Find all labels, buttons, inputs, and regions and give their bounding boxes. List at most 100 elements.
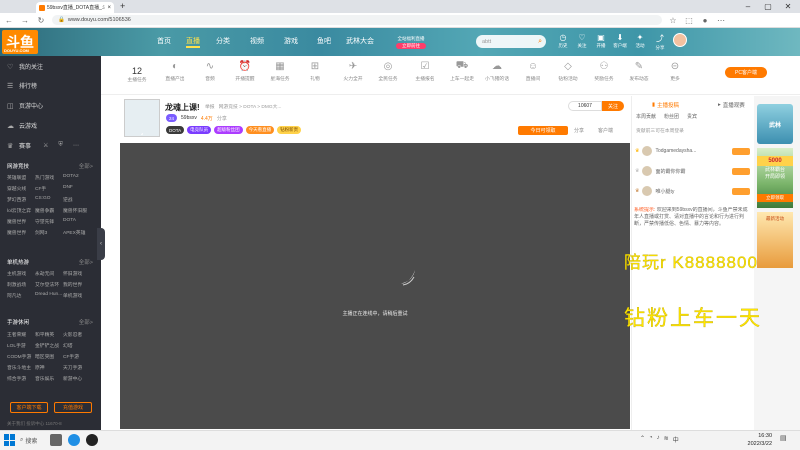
- menu-icon[interactable]: ⋯: [716, 16, 726, 25]
- wifi-icon[interactable]: ≋: [664, 435, 669, 444]
- taskbar-clock[interactable]: 16:30 2022/3/22: [742, 432, 772, 448]
- category-link[interactable]: APEX英雄: [63, 229, 91, 236]
- share-nav-button[interactable]: ⤴ 分享: [650, 33, 670, 53]
- category-link[interactable]: 天刀手游: [63, 364, 91, 371]
- category-link[interactable]: 魔兽争霸: [35, 207, 63, 214]
- nav-live[interactable]: 直播: [186, 36, 200, 48]
- toolbar-item[interactable]: ✎ 发布动态: [624, 60, 654, 82]
- new-tab-icon[interactable]: +: [120, 1, 125, 11]
- category-link[interactable]: 金铲铲之战: [35, 342, 63, 349]
- start-icon[interactable]: [4, 434, 16, 446]
- sidebar-item-events[interactable]: ♛ 赛事 ⚔ ⛨ ⋯: [7, 141, 79, 150]
- share-link[interactable]: 分享: [574, 127, 584, 134]
- notification-icon[interactable]: ▤: [780, 434, 787, 442]
- recharge-game-button[interactable]: 充值游戏: [54, 402, 92, 413]
- toolbar-item[interactable]: ✈ 火力全开: [338, 60, 368, 82]
- category-link[interactable]: CF手游: [63, 353, 91, 360]
- category-link[interactable]: 原神: [35, 364, 63, 371]
- category-link[interactable]: 新游中心: [63, 375, 91, 382]
- back-icon[interactable]: ←: [4, 16, 14, 25]
- category-link[interactable]: Dread Hun...: [35, 292, 63, 299]
- pc-client-button[interactable]: PC客户端: [725, 67, 767, 78]
- anchor-name[interactable]: 59bsxv: [181, 115, 197, 121]
- close-tab-icon[interactable]: ×: [107, 5, 111, 11]
- toolbar-item[interactable]: ☁ 小飞猪的话: [482, 60, 512, 82]
- category-link[interactable]: 艾尔登法环: [35, 281, 63, 288]
- toolbar-item[interactable]: ⚇ 奖励任务: [589, 60, 619, 82]
- extensions-icon[interactable]: ⬚: [684, 16, 694, 25]
- tag[interactable]: 电竞队员: [187, 126, 212, 134]
- category-link[interactable]: 魔兽世界: [7, 229, 35, 236]
- category-link[interactable]: DNF: [63, 185, 91, 192]
- nav-video[interactable]: 视频: [250, 36, 264, 48]
- section-more-link[interactable]: 全部>: [79, 318, 93, 326]
- category-link[interactable]: 火影忍者: [63, 331, 91, 338]
- contributor-row[interactable]: ♛ 面的霸你你霸: [635, 164, 750, 178]
- category-link[interactable]: CS:GO: [35, 196, 63, 203]
- category-link[interactable]: 魔兽世界: [7, 218, 35, 225]
- category-link[interactable]: 暗区突围: [35, 353, 63, 360]
- toolbar-item[interactable]: ◎ 全民任务: [373, 60, 403, 82]
- category-link[interactable]: 热门游戏: [35, 174, 63, 181]
- tag[interactable]: 今天看直播: [245, 126, 275, 134]
- nav-category[interactable]: 分类: [216, 36, 230, 48]
- category-link[interactable]: 单机游戏: [63, 292, 91, 299]
- taskbar-search[interactable]: ⌕ 搜索: [20, 434, 48, 446]
- category-link[interactable]: DOTA2: [63, 174, 91, 181]
- task-view-icon[interactable]: [50, 434, 62, 446]
- broadcast-button[interactable]: ▣ 开播: [591, 33, 611, 53]
- nav-wulin[interactable]: 武林大会: [346, 36, 374, 48]
- collapse-sidebar-button[interactable]: ‹: [97, 228, 105, 260]
- category-link[interactable]: 音乐娱乐: [35, 375, 63, 382]
- category-link[interactable]: 综合手游: [7, 375, 35, 382]
- star-icon[interactable]: ☆: [668, 16, 678, 25]
- sidebar-item-cloudgame[interactable]: ☁ 云游戏: [7, 121, 37, 131]
- category-link[interactable]: CF手: [35, 185, 63, 192]
- ad-claim-button[interactable]: 立即领取: [757, 194, 793, 202]
- task-counter[interactable]: 12 主播任务: [122, 66, 152, 83]
- category-link[interactable]: 守望先锋: [35, 218, 63, 225]
- tab-watch[interactable]: ▸ 直播观赛: [718, 100, 745, 110]
- today-reward-button[interactable]: 今日可领取: [518, 126, 568, 135]
- category-link[interactable]: 穿越火线: [7, 185, 35, 192]
- category-link[interactable]: 梦幻西游: [7, 196, 35, 203]
- toolbar-item[interactable]: ⛟ 上车一起走: [447, 60, 477, 82]
- follow-button[interactable]: 关注: [602, 101, 624, 111]
- toolbar-item[interactable]: ▦ 星海任务: [265, 60, 295, 82]
- section-more-link[interactable]: 全部>: [79, 258, 93, 266]
- sidebar-item-follow[interactable]: ♡ 我的关注: [7, 62, 43, 72]
- category-link[interactable]: DOTA: [63, 218, 91, 225]
- url-field[interactable]: 🔒 www.douyu.com/5106536: [52, 15, 662, 25]
- browser-tab[interactable]: 59bsxv直播_DOTA直播_斗鱼直 ×: [36, 2, 114, 13]
- maximize-icon[interactable]: ▢: [758, 0, 778, 13]
- tab-contribution[interactable]: ▮ 主播投稿: [652, 100, 679, 110]
- subtab[interactable]: 贵宾: [687, 113, 697, 120]
- category-link[interactable]: 逆战: [63, 196, 91, 203]
- client-link[interactable]: 客户端: [598, 127, 613, 134]
- reload-icon[interactable]: ↻: [36, 16, 46, 25]
- search-input[interactable]: abtt ⌕: [476, 35, 546, 48]
- edge-icon[interactable]: [68, 434, 80, 446]
- ad-banner-2[interactable]: 最新活动: [757, 212, 793, 268]
- category-link[interactable]: 阿凡达: [7, 292, 35, 299]
- douyu-logo[interactable]: 斗鱼 DOUYU.COM: [2, 30, 38, 54]
- toolbar-item[interactable]: ⊝ 更多: [660, 60, 690, 82]
- category-link[interactable]: lol云顶之弈: [7, 207, 35, 214]
- profile-icon[interactable]: ●: [700, 16, 710, 25]
- section-more-link[interactable]: 全部>: [79, 162, 93, 170]
- category-link[interactable]: 怀旧游戏: [63, 270, 91, 277]
- category-link[interactable]: 剑网3: [35, 229, 63, 236]
- history-button[interactable]: ◷ 历史: [553, 33, 573, 53]
- tag[interactable]: 钻粉新贵: [277, 126, 302, 134]
- toolbar-item[interactable]: ◇ 钻粉活动: [553, 60, 583, 82]
- category-link[interactable]: 和平精英: [35, 331, 63, 338]
- category-breadcrumb[interactable]: 网游竞技 > DOTA > DMG大...: [219, 103, 282, 110]
- sidebar-item-rank[interactable]: ☰ 排行榜: [7, 81, 37, 91]
- category-link[interactable]: LOL手游: [7, 342, 35, 349]
- network-icon[interactable]: ◔: [649, 435, 653, 444]
- toolbar-item[interactable]: ⏰ 开播提醒: [230, 60, 260, 82]
- contributor-row[interactable]: ♛ 唯小腿ty: [635, 184, 750, 198]
- follow-nav-button[interactable]: ♡ 关注: [572, 33, 592, 53]
- client-download-button[interactable]: 客户端下载: [10, 402, 48, 413]
- video-player[interactable]: [120, 143, 630, 429]
